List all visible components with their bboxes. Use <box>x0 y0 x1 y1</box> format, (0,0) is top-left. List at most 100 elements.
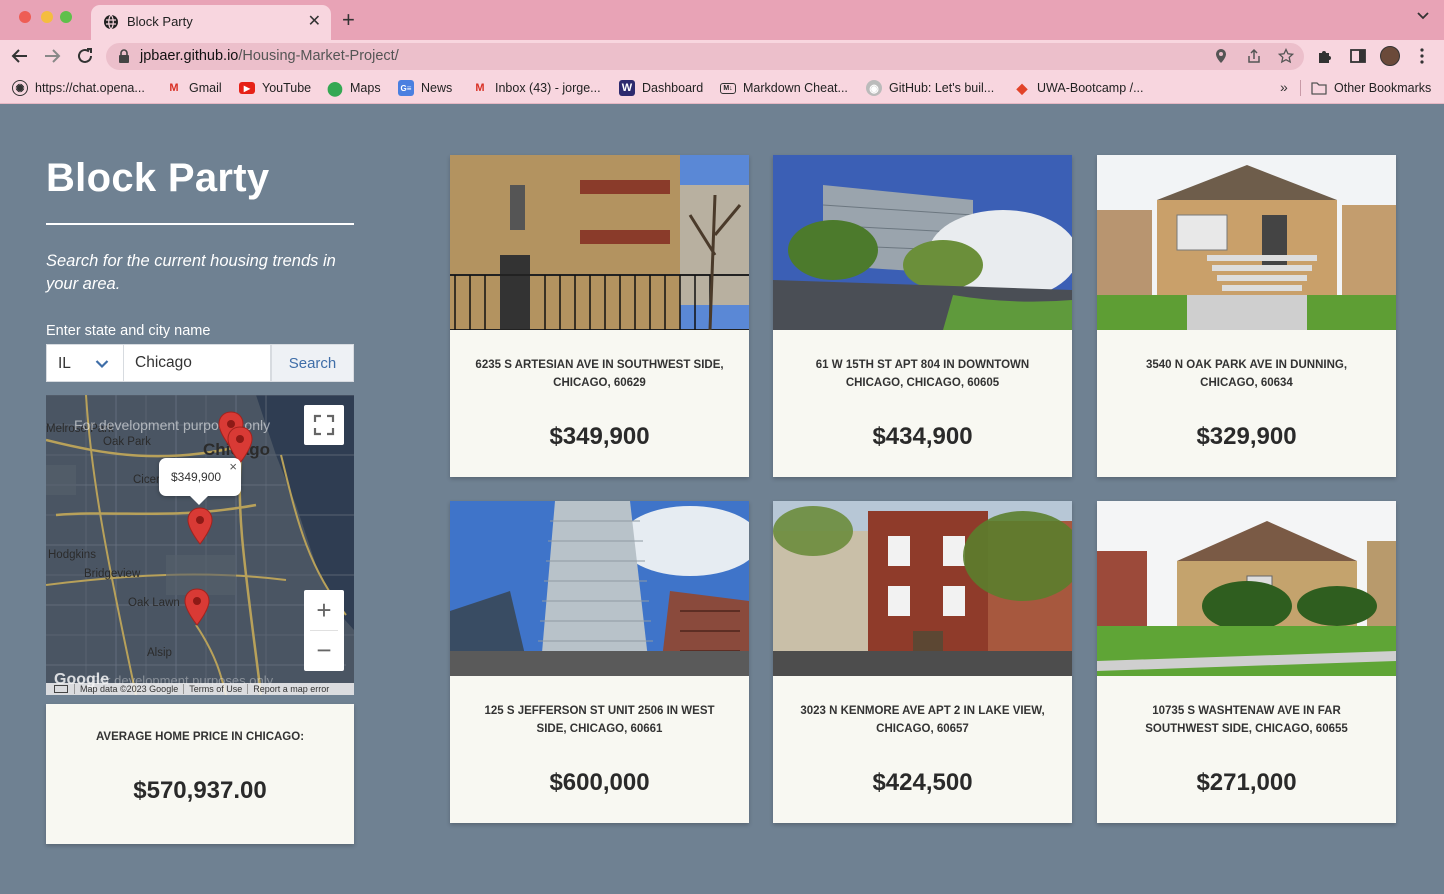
bookmarks-bar: ✺ https://chat.opena... M Gmail ▶ YouTube ⬤… <box>0 72 1444 104</box>
folder-icon <box>1311 82 1327 95</box>
other-bookmarks-folder[interactable]: Other Bookmarks <box>1311 80 1431 96</box>
fullscreen-icon <box>313 414 335 436</box>
info-window-price: $349,900 <box>171 470 222 484</box>
info-window-close-icon[interactable]: × <box>229 459 237 474</box>
map-label-oak-park: Oak Park <box>103 436 151 448</box>
bookmark-item[interactable]: ▶ YouTube <box>239 80 311 96</box>
listing-card[interactable]: 10735 S WASHTENAW AVE IN FAR SOUTHWEST S… <box>1097 501 1396 823</box>
bookmark-item[interactable]: M↓ Markdown Cheat... <box>720 80 848 96</box>
terms-link[interactable]: Terms of Use <box>183 684 247 694</box>
average-price-label: AVERAGE HOME PRICE IN CHICAGO: <box>95 731 305 743</box>
listing-card[interactable]: 61 W 15TH ST APT 804 IN DOWNTOWN CHICAGO… <box>773 155 1072 477</box>
listing-photo <box>1097 501 1396 676</box>
extensions-puzzle-icon[interactable] <box>1316 47 1334 65</box>
back-arrow-icon[interactable] <box>10 46 30 66</box>
chatgpt-icon: ✺ <box>12 80 28 96</box>
state-select-value: IL <box>58 355 71 372</box>
more-bookmarks-button[interactable]: » <box>1280 79 1288 95</box>
bookmark-item[interactable]: ◉ GitHub: Let's buil... <box>866 80 994 96</box>
listing-card[interactable]: 6235 S ARTESIAN AVE IN SOUTHWEST SIDE, C… <box>450 155 749 477</box>
report-error-link[interactable]: Report a map error <box>247 684 334 694</box>
site-title: Block Party <box>46 156 270 200</box>
search-form: IL Search <box>46 344 354 382</box>
search-button[interactable]: Search <box>271 344 354 382</box>
listing-photo <box>450 155 749 330</box>
map-marker[interactable] <box>184 588 210 626</box>
location-pin-icon[interactable] <box>1213 48 1229 64</box>
markdown-icon: M↓ <box>720 82 736 94</box>
keyboard-icon[interactable] <box>54 685 68 693</box>
map-label-oak-lawn: Oak Lawn <box>128 597 180 609</box>
close-window-button[interactable] <box>19 11 31 23</box>
bookmark-item[interactable]: M Inbox (43) - jorge... <box>472 80 600 96</box>
bookmark-star-icon[interactable] <box>1278 48 1294 64</box>
listing-price: $349,900 <box>549 423 650 450</box>
listing-photo <box>1097 155 1396 330</box>
w-icon: W <box>619 80 635 96</box>
tab-close-icon[interactable]: ✕ <box>308 11 321 31</box>
listing-address: 3023 N KENMORE AVE APT 2 IN LAKE VIEW, C… <box>800 705 1045 735</box>
listing-address: 3540 N OAK PARK AVE IN DUNNING, CHICAGO,… <box>1145 359 1348 389</box>
listing-photo <box>450 501 749 676</box>
listing-address: 10735 S WASHTENAW AVE IN FAR SOUTHWEST S… <box>1145 705 1348 735</box>
tab-title: Block Party <box>127 14 193 29</box>
map-label-hodgkins: Hodgkins <box>48 549 96 561</box>
listing-price: $424,500 <box>872 769 973 796</box>
state-select[interactable]: IL <box>46 344 124 382</box>
maps-icon: ⬤ <box>327 79 343 96</box>
search-field-label: Enter state and city name <box>46 323 211 339</box>
share-icon[interactable] <box>1246 48 1262 64</box>
listing-address: 61 W 15TH ST APT 804 IN DOWNTOWN CHICAGO… <box>815 359 1030 389</box>
minimize-window-button[interactable] <box>41 11 53 23</box>
github-icon: ◉ <box>866 80 882 96</box>
gitlab-icon: ◆ <box>1016 79 1028 96</box>
listing-price: $600,000 <box>549 769 650 796</box>
bookmark-item[interactable]: W Dashboard <box>619 80 703 96</box>
maximize-window-button[interactable] <box>60 11 72 23</box>
city-input[interactable] <box>124 344 271 382</box>
bookmark-item[interactable]: ⬤ Maps <box>327 79 380 96</box>
map-info-window: $349,900 × <box>159 458 241 505</box>
gmail-icon: M <box>169 82 179 94</box>
map-attribution-bar: Map data ©2023 Google Terms of Use Repor… <box>46 683 354 695</box>
listing-photo <box>773 501 1072 676</box>
map-data-credit: Map data ©2023 Google <box>74 684 183 694</box>
url-text[interactable]: jpbaer.github.io/Housing-Market-Project/ <box>140 48 399 64</box>
menu-dots-icon[interactable] <box>1418 47 1426 65</box>
reload-icon[interactable] <box>75 46 95 66</box>
bookmark-item[interactable]: G≡ News <box>398 80 452 96</box>
browser-tab[interactable]: Block Party ✕ <box>91 5 331 40</box>
listing-card[interactable]: 3023 N KENMORE AVE APT 2 IN LAKE VIEW, C… <box>773 501 1072 823</box>
title-divider <box>46 223 354 225</box>
listing-address: 125 S JEFFERSON ST UNIT 2506 IN WEST SID… <box>484 705 715 735</box>
bookmark-item[interactable]: ◆ UWA-Bootcamp /... <box>1014 80 1144 96</box>
zoom-in-button[interactable]: + <box>304 590 344 630</box>
map-label-alsip: Alsip <box>147 647 172 659</box>
forward-arrow-icon[interactable] <box>42 46 62 66</box>
profile-avatar[interactable] <box>1380 46 1400 66</box>
page-content: Block Party Search for the current housi… <box>0 104 1444 894</box>
bookmark-item[interactable]: ✺ https://chat.opena... <box>12 80 145 96</box>
zoom-out-button[interactable]: − <box>304 631 344 671</box>
average-price-card: AVERAGE HOME PRICE IN CHICAGO: $570,937.… <box>46 704 354 844</box>
address-bar[interactable]: jpbaer.github.io/Housing-Market-Project/ <box>106 43 1304 70</box>
listing-card[interactable]: 3540 N OAK PARK AVE IN DUNNING, CHICAGO,… <box>1097 155 1396 477</box>
listing-price: $329,900 <box>1196 423 1297 450</box>
listing-price: $434,900 <box>872 423 973 450</box>
tab-search-chevron-icon[interactable] <box>1416 11 1430 21</box>
map-marker[interactable] <box>187 507 213 545</box>
browser-toolbar: jpbaer.github.io/Housing-Market-Project/ <box>0 40 1444 72</box>
lock-icon[interactable] <box>118 49 130 63</box>
zoom-controls: + − <box>304 590 344 671</box>
listing-card[interactable]: 125 S JEFFERSON ST UNIT 2506 IN WEST SID… <box>450 501 749 823</box>
tagline: Search for the current housing trends in… <box>46 252 336 293</box>
browser-tab-bar: Block Party ✕ + <box>0 0 1444 40</box>
bookmarks-divider <box>1300 80 1301 96</box>
map[interactable]: Melrose Park Oak Park Chicago Cicero Hod… <box>46 395 354 695</box>
globe-icon <box>104 14 118 30</box>
news-icon: G≡ <box>398 80 414 96</box>
side-panel-icon[interactable] <box>1349 47 1367 65</box>
new-tab-button[interactable]: + <box>342 7 355 33</box>
fullscreen-button[interactable] <box>304 405 344 445</box>
bookmark-item[interactable]: M Gmail <box>166 80 221 96</box>
